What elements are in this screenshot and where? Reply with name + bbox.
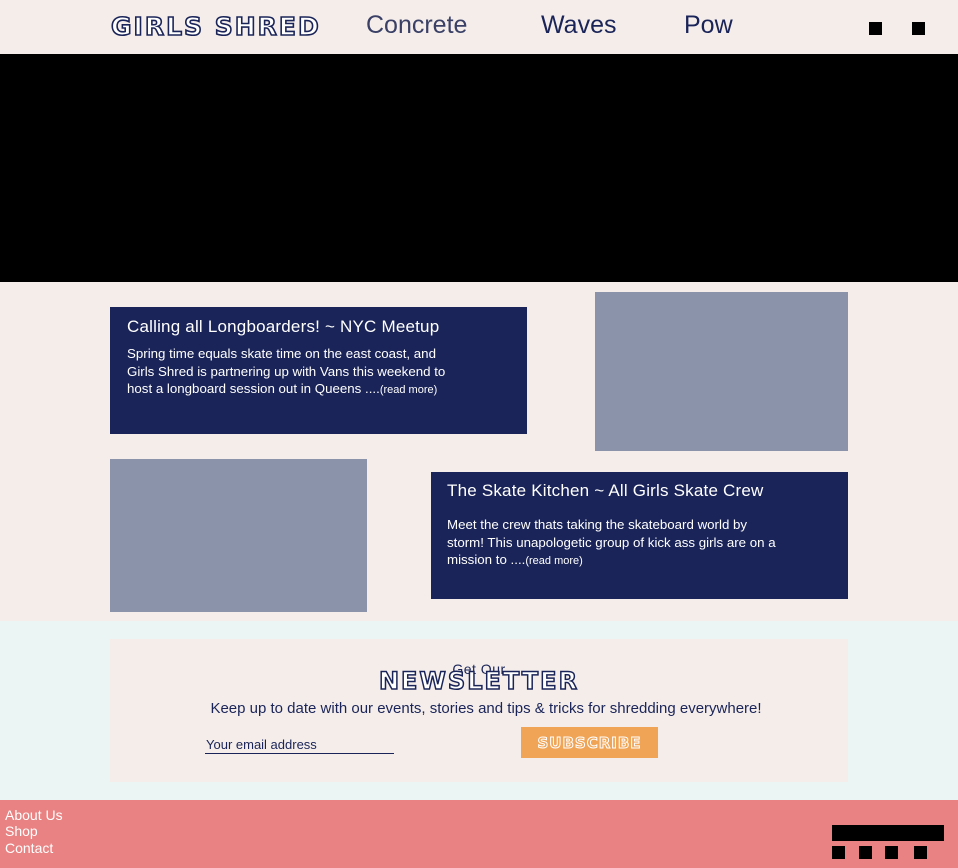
twitter-icon[interactable] (859, 846, 872, 859)
post-excerpt-line: storm! This unapologetic group of kick a… (447, 534, 776, 550)
pinterest-icon[interactable] (914, 846, 927, 859)
facebook-icon[interactable] (832, 846, 845, 859)
footer-badge (832, 825, 944, 841)
nav-link-concrete[interactable]: Concrete (366, 11, 467, 40)
subscribe-button[interactable]: SUBSCRIBE (521, 727, 658, 758)
menu-icon[interactable] (912, 22, 925, 35)
post-image-skate-kitchen (110, 459, 367, 612)
read-more-link[interactable]: (read more) (380, 384, 437, 396)
post-card-skate-kitchen[interactable]: The Skate Kitchen ~ All Girls Skate Crew… (431, 472, 848, 599)
post-excerpt-line: mission to .... (447, 552, 526, 567)
post-excerpt-line: Spring time equals skate time on the eas… (127, 346, 436, 361)
cart-icon[interactable] (869, 22, 882, 35)
footer-link-contact[interactable]: Contact (5, 840, 53, 856)
post-card-longboard[interactable]: Calling all Longboarders! ~ NYC Meetup S… (110, 307, 527, 434)
newsletter-section: Get Our NEWSLETTER Keep up to date with … (0, 621, 958, 800)
post-excerpt-line: Girls Shred is partnering up with Vans t… (127, 363, 446, 379)
posts-section: Calling all Longboarders! ~ NYC Meetup S… (0, 282, 958, 621)
post-image-longboard (595, 292, 848, 451)
post-excerpt-line: Meet the crew thats taking the skateboar… (447, 517, 748, 532)
nav-link-waves[interactable]: Waves (541, 11, 616, 40)
post-excerpt: Meet the crew thats taking the skateboar… (447, 516, 776, 571)
site-footer: About Us Shop Contact (0, 800, 958, 868)
footer-link-about[interactable]: About Us (5, 807, 63, 823)
newsletter-title: NEWSLETTER (378, 666, 580, 696)
hero-banner (0, 54, 958, 282)
email-field[interactable] (205, 735, 394, 754)
post-title: The Skate Kitchen ~ All Girls Skate Crew (447, 481, 764, 500)
post-title: Calling all Longboarders! ~ NYC Meetup (127, 317, 440, 336)
post-excerpt: Spring time equals skate time on the eas… (127, 345, 445, 400)
read-more-link[interactable]: (read more) (525, 555, 582, 567)
newsletter-description: Keep up to date with our events, stories… (210, 700, 762, 717)
footer-link-shop[interactable]: Shop (5, 823, 38, 839)
nav-link-pow[interactable]: Pow (684, 11, 733, 40)
site-logo[interactable]: GIRLS SHRED (110, 11, 321, 42)
page: GIRLS SHRED Concrete Waves Pow Calling a… (0, 0, 958, 868)
newsletter-box: Get Our NEWSLETTER Keep up to date with … (110, 639, 848, 782)
site-header: GIRLS SHRED Concrete Waves Pow (0, 0, 958, 54)
instagram-icon[interactable] (885, 846, 898, 859)
post-excerpt-line: host a longboard session out in Queens .… (127, 381, 380, 396)
